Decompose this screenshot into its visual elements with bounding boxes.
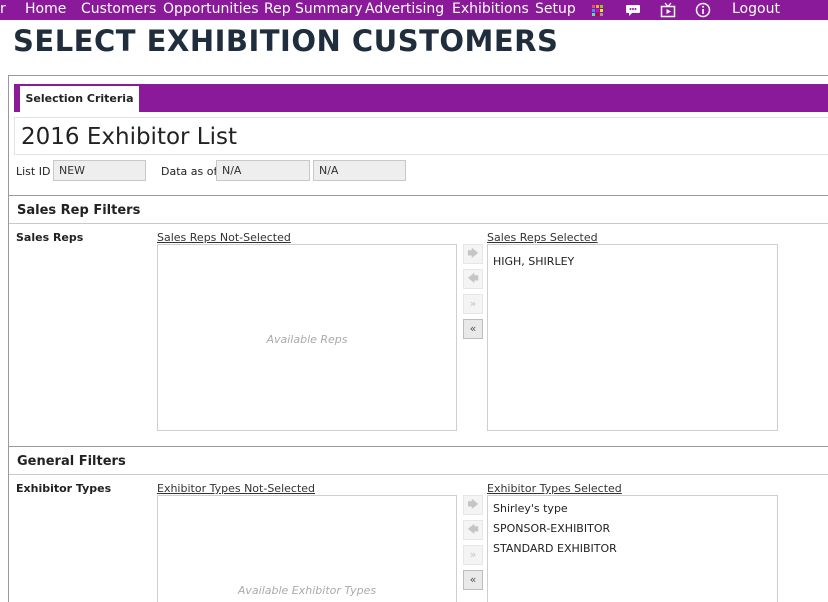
remove-all-types-button[interactable]: « <box>463 570 483 590</box>
exhibitor-types-available-list[interactable]: Available Exhibitor Types <box>157 495 457 602</box>
list-item[interactable]: HIGH, SHIRLEY <box>493 255 574 268</box>
data-as-of-field-1: N/A <box>216 160 310 181</box>
exhibitor-types-not-selected-header: Exhibitor Types Not-Selected <box>157 482 316 495</box>
list-item[interactable]: Shirley's type <box>493 502 568 515</box>
general-filters-section <box>9 446 828 475</box>
apps-grid-icon[interactable] <box>589 2 605 18</box>
remove-selected-rep-button[interactable]: 🡄 <box>463 269 483 289</box>
available-reps-placeholder: Available Reps <box>266 333 348 346</box>
sales-reps-selected-list[interactable]: HIGH, SHIRLEY <box>487 244 778 431</box>
nav-item-setup[interactable]: Setup <box>535 0 576 20</box>
sales-reps-available-list[interactable]: Available Reps <box>157 244 457 431</box>
sales-reps-label: Sales Reps <box>16 231 84 244</box>
list-title: 2016 Exhibitor List <box>21 124 238 150</box>
nav-item-opportunities[interactable]: Opportunities <box>163 0 259 20</box>
list-item[interactable]: SPONSOR-EXHIBITOR <box>493 522 610 535</box>
nav-item-exhibitions[interactable]: Exhibitions <box>452 0 529 20</box>
logout-link[interactable]: Logout <box>732 0 780 20</box>
add-selected-rep-button[interactable]: 🡆 <box>463 244 483 264</box>
remove-all-reps-button[interactable]: « <box>463 319 483 339</box>
nav-item-home[interactable]: Home <box>25 0 66 20</box>
page-title: SELECT EXHIBITION CUSTOMERS <box>13 24 559 58</box>
nav-item-truncated[interactable]: r <box>0 0 6 20</box>
exhibitor-types-label: Exhibitor Types <box>16 482 112 495</box>
exhibitor-types-selected-list[interactable]: Shirley's type SPONSOR-EXHIBITOR STANDAR… <box>487 495 778 602</box>
sales-reps-selected-header: Sales Reps Selected <box>487 231 598 244</box>
list-id-field: NEW <box>53 160 146 181</box>
sales-rep-filters-title: Sales Rep Filters <box>17 203 141 218</box>
add-selected-type-button[interactable]: 🡆 <box>463 495 483 515</box>
list-item[interactable]: STANDARD EXHIBITOR <box>493 542 617 555</box>
sales-reps-not-selected-header: Sales Reps Not-Selected <box>157 231 291 244</box>
add-all-reps-button[interactable]: » <box>463 294 483 314</box>
info-icon[interactable] <box>695 2 711 18</box>
available-exhibitor-types-placeholder: Available Exhibitor Types <box>237 584 377 597</box>
data-as-of-field-2: N/A <box>313 160 406 181</box>
add-all-types-button[interactable]: » <box>463 545 483 565</box>
nav-item-customers[interactable]: Customers <box>81 0 156 20</box>
top-nav-bar: r Home Customers Opportunities Rep Summa… <box>0 0 828 20</box>
data-as-of-label: Data as of <box>161 165 218 178</box>
nav-item-advertising[interactable]: Advertising <box>365 0 444 20</box>
media-icon[interactable] <box>660 2 676 18</box>
list-id-label: List ID <box>16 165 51 178</box>
remove-selected-type-button[interactable]: 🡄 <box>463 520 483 540</box>
general-filters-title: General Filters <box>17 454 126 469</box>
chat-icon[interactable] <box>625 2 641 18</box>
nav-item-rep-summary[interactable]: Rep Summary <box>264 0 363 20</box>
tab-selection-criteria[interactable]: Selection Criteria <box>20 86 139 112</box>
exhibitor-types-selected-header: Exhibitor Types Selected <box>487 482 622 495</box>
